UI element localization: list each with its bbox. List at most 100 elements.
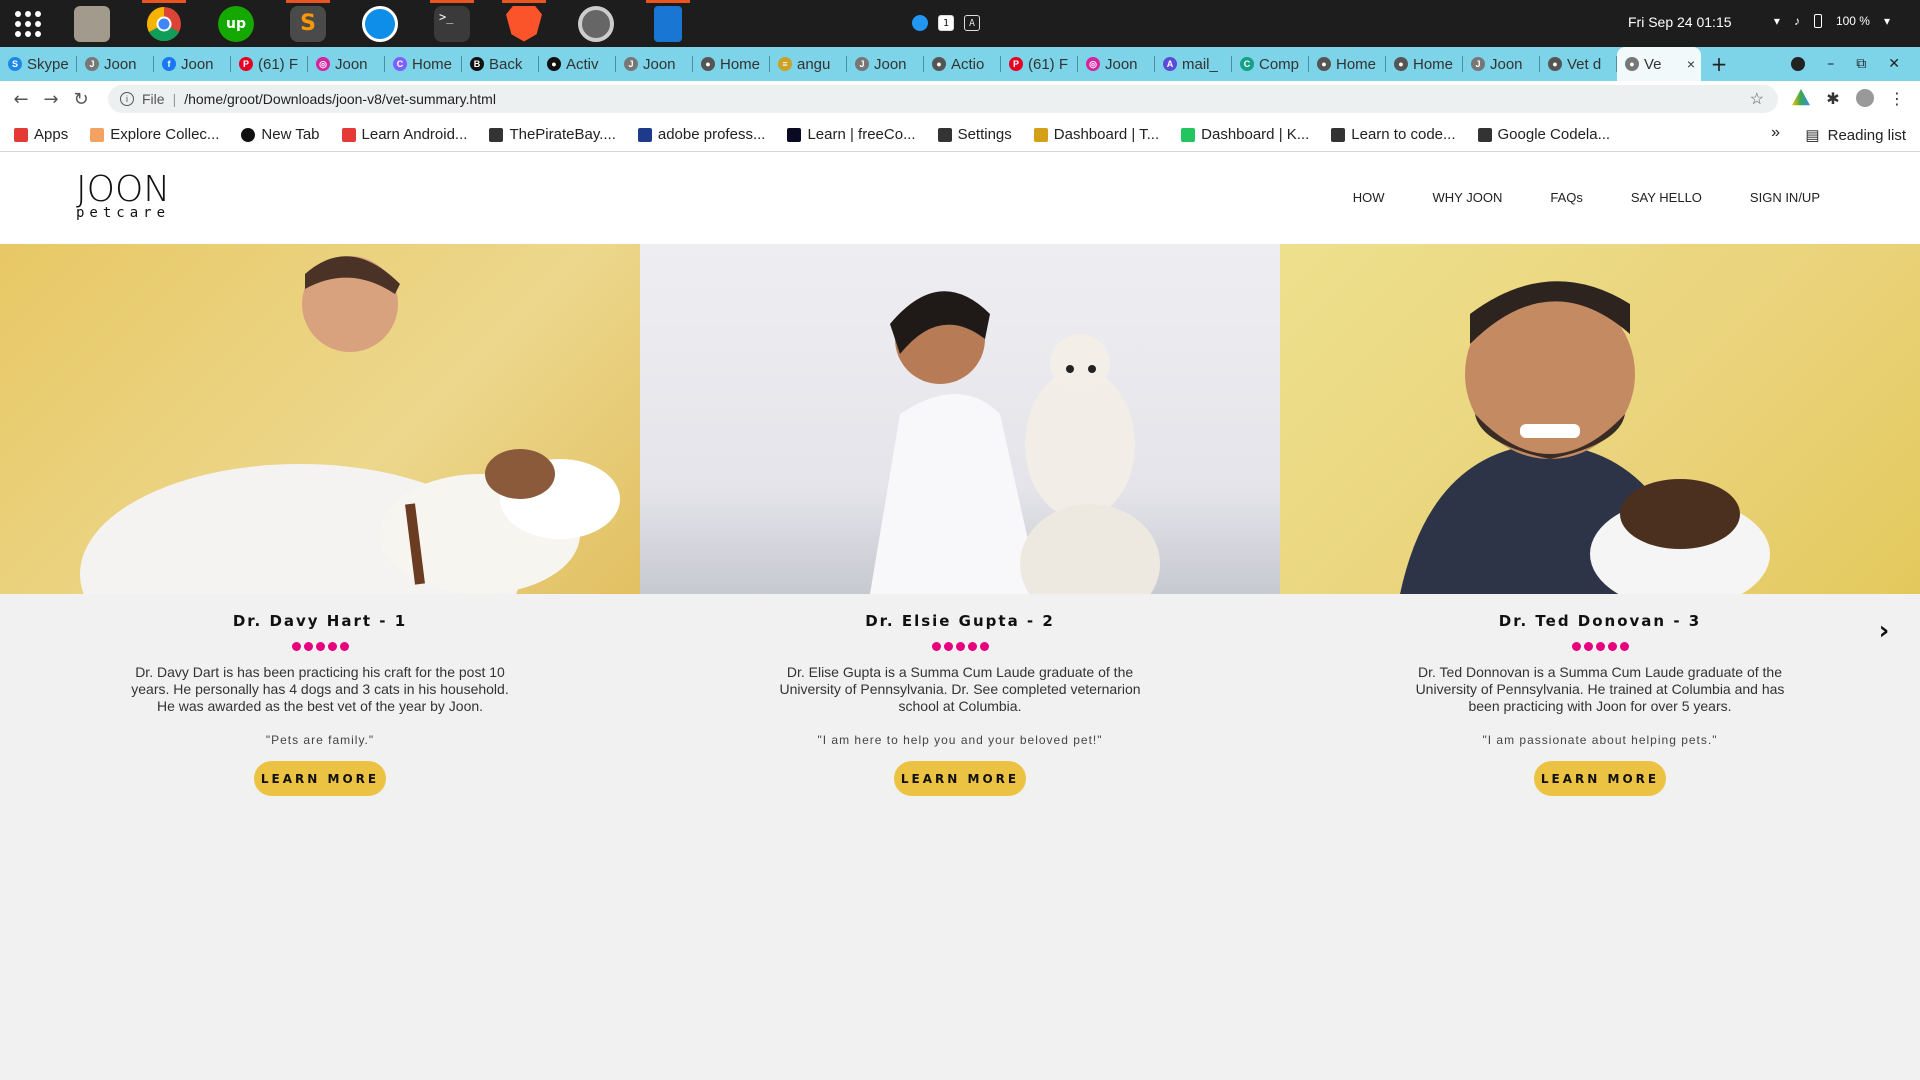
- tab-active[interactable]: ● Ve ×: [1617, 47, 1701, 81]
- close-tab-icon[interactable]: ×: [1687, 56, 1695, 72]
- tab-11[interactable]: J Joon: [847, 47, 924, 81]
- nav-link-0[interactable]: HOW: [1353, 190, 1385, 205]
- app-grid-icon[interactable]: [0, 0, 56, 47]
- bookmark-label: Explore Collec...: [110, 126, 220, 143]
- terminal-icon[interactable]: >_: [416, 0, 488, 47]
- tab-9[interactable]: ● Home: [693, 47, 770, 81]
- close-window-button[interactable]: ✕: [1888, 56, 1900, 72]
- nav-link-1[interactable]: WHY JOON: [1433, 190, 1503, 205]
- more-bookmarks-button[interactable]: »: [1771, 124, 1780, 142]
- restore-button[interactable]: ⧉: [1856, 56, 1866, 72]
- battery-icon: [1813, 14, 1822, 28]
- bookmark-3[interactable]: Learn Android...: [341, 126, 467, 143]
- sublime-icon[interactable]: S: [272, 0, 344, 47]
- bookmark-label: Settings: [957, 126, 1012, 143]
- nav-link-3[interactable]: SAY HELLO: [1631, 190, 1702, 205]
- upwork-icon[interactable]: up: [200, 0, 272, 47]
- chrome-icon[interactable]: [128, 0, 200, 47]
- tab-18[interactable]: ● Home: [1386, 47, 1463, 81]
- reload-button[interactable]: ↻: [66, 85, 96, 115]
- nav-link-4[interactable]: SIGN IN/UP: [1750, 190, 1820, 205]
- bookmark-10[interactable]: Learn to code...: [1331, 126, 1456, 143]
- bookmark-7[interactable]: Settings: [937, 126, 1012, 143]
- tab-12[interactable]: ● Actio: [924, 47, 1001, 81]
- next-arrow-icon[interactable]: ›: [1868, 615, 1900, 647]
- tab-label: Home: [1336, 55, 1377, 73]
- tab-label: angu: [797, 55, 831, 73]
- tab-favicon-icon: ●: [1317, 57, 1331, 71]
- tab-16[interactable]: C Comp: [1232, 47, 1309, 81]
- forward-button[interactable]: →: [36, 85, 66, 115]
- bookmark-icon: [1331, 127, 1346, 142]
- url-text[interactable]: /home/groot/Downloads/joon-v8/vet-summar…: [184, 91, 496, 107]
- back-button[interactable]: ←: [6, 85, 36, 115]
- tab-3[interactable]: P (61) F: [231, 47, 308, 81]
- tab-favicon-icon: C: [1240, 57, 1254, 71]
- separator: |: [172, 91, 177, 107]
- bookmark-8[interactable]: Dashboard | T...: [1033, 126, 1159, 143]
- bookmark-1[interactable]: Explore Collec...: [90, 126, 219, 143]
- bookmark-6[interactable]: Learn | freeCo...: [787, 126, 916, 143]
- drive-extension-icon[interactable]: [1792, 89, 1810, 106]
- brave-icon[interactable]: [488, 0, 560, 47]
- tab-19[interactable]: J Joon: [1463, 47, 1540, 81]
- settings-icon[interactable]: [560, 0, 632, 47]
- vet-quote: "I am here to help you and your beloved …: [817, 733, 1103, 747]
- rating-dot-icon: [1583, 642, 1593, 651]
- tab-search-icon[interactable]: [1791, 57, 1806, 71]
- tab-label: (61) F: [1028, 55, 1069, 73]
- bookmark-2[interactable]: New Tab: [241, 126, 320, 143]
- bookmark-star-icon[interactable]: ☆: [1750, 89, 1764, 109]
- tab-4[interactable]: ◎ Joon: [308, 47, 385, 81]
- bookmark-11[interactable]: Google Codela...: [1477, 126, 1610, 143]
- bookmark-0[interactable]: Apps: [14, 126, 68, 143]
- learn-more-button[interactable]: LEARN MORE: [1534, 761, 1666, 796]
- tab-favicon-icon: f: [162, 57, 176, 71]
- tab-14[interactable]: ◎ Joon: [1078, 47, 1155, 81]
- tab-2[interactable]: f Joon: [154, 47, 231, 81]
- tab-8[interactable]: J Joon: [616, 47, 693, 81]
- tab-favicon-icon: C: [393, 57, 407, 71]
- info-icon[interactable]: i: [120, 92, 134, 106]
- tab-1[interactable]: J Joon: [77, 47, 154, 81]
- writer-icon[interactable]: [632, 0, 704, 47]
- tab-label: Activ: [566, 55, 599, 73]
- tab-label: Joon: [181, 55, 214, 73]
- learn-more-button[interactable]: LEARN MORE: [894, 761, 1026, 796]
- tab-13[interactable]: P (61) F: [1001, 47, 1078, 81]
- tab-6[interactable]: B Back: [462, 47, 539, 81]
- reading-list-button[interactable]: ▤ Reading list: [1805, 126, 1906, 145]
- tab-10[interactable]: ≡ angu: [770, 47, 847, 81]
- minimize-button[interactable]: –: [1827, 56, 1834, 72]
- clock[interactable]: Fri Sep 24 01:15: [1628, 14, 1732, 30]
- menu-dots-icon[interactable]: ⋮: [1888, 89, 1906, 108]
- tab-17[interactable]: ● Home: [1309, 47, 1386, 81]
- nav-link-2[interactable]: FAQs: [1550, 190, 1583, 205]
- teamviewer-tray-icon[interactable]: [912, 15, 928, 31]
- rating-dot-icon: [1571, 642, 1581, 651]
- system-menu[interactable]: ▾ ♪ 100 % ▾: [1774, 14, 1890, 28]
- teamviewer-icon[interactable]: [344, 0, 416, 47]
- keyboard-layout-indicator[interactable]: A: [964, 15, 980, 31]
- puzzle-icon[interactable]: ✱: [1824, 89, 1842, 108]
- new-tab-button[interactable]: +: [1701, 47, 1737, 81]
- tab-15[interactable]: Amail_: [1155, 47, 1232, 81]
- volume-icon: ♪: [1793, 14, 1800, 28]
- learn-more-button[interactable]: LEARN MORE: [254, 761, 386, 796]
- tab-0[interactable]: S Skype: [0, 47, 77, 81]
- files-icon[interactable]: [56, 0, 128, 47]
- toolbar: ← → ↻ i File | /home/groot/Downloads/joo…: [0, 81, 1920, 118]
- tab-5[interactable]: C Home: [385, 47, 462, 81]
- rating-dot-icon: [955, 642, 965, 651]
- logo[interactable]: JOON petcare: [76, 172, 190, 221]
- bookmark-5[interactable]: adobe profess...: [637, 126, 765, 143]
- tab-7[interactable]: ● Activ: [539, 47, 616, 81]
- os-top-bar: up S >_ 1 A Fri Sep 24 01:15 ▾ ♪ 100 % ▾: [0, 0, 1920, 47]
- tab-20[interactable]: ● Vet d: [1540, 47, 1617, 81]
- address-bar[interactable]: i File | /home/groot/Downloads/joon-v8/v…: [108, 85, 1778, 113]
- workspace-indicator[interactable]: 1: [938, 15, 954, 31]
- bookmark-4[interactable]: ThePirateBay....: [489, 126, 616, 143]
- bookmark-icon: [937, 127, 952, 142]
- bookmark-9[interactable]: Dashboard | K...: [1181, 126, 1309, 143]
- avatar[interactable]: [1856, 89, 1874, 107]
